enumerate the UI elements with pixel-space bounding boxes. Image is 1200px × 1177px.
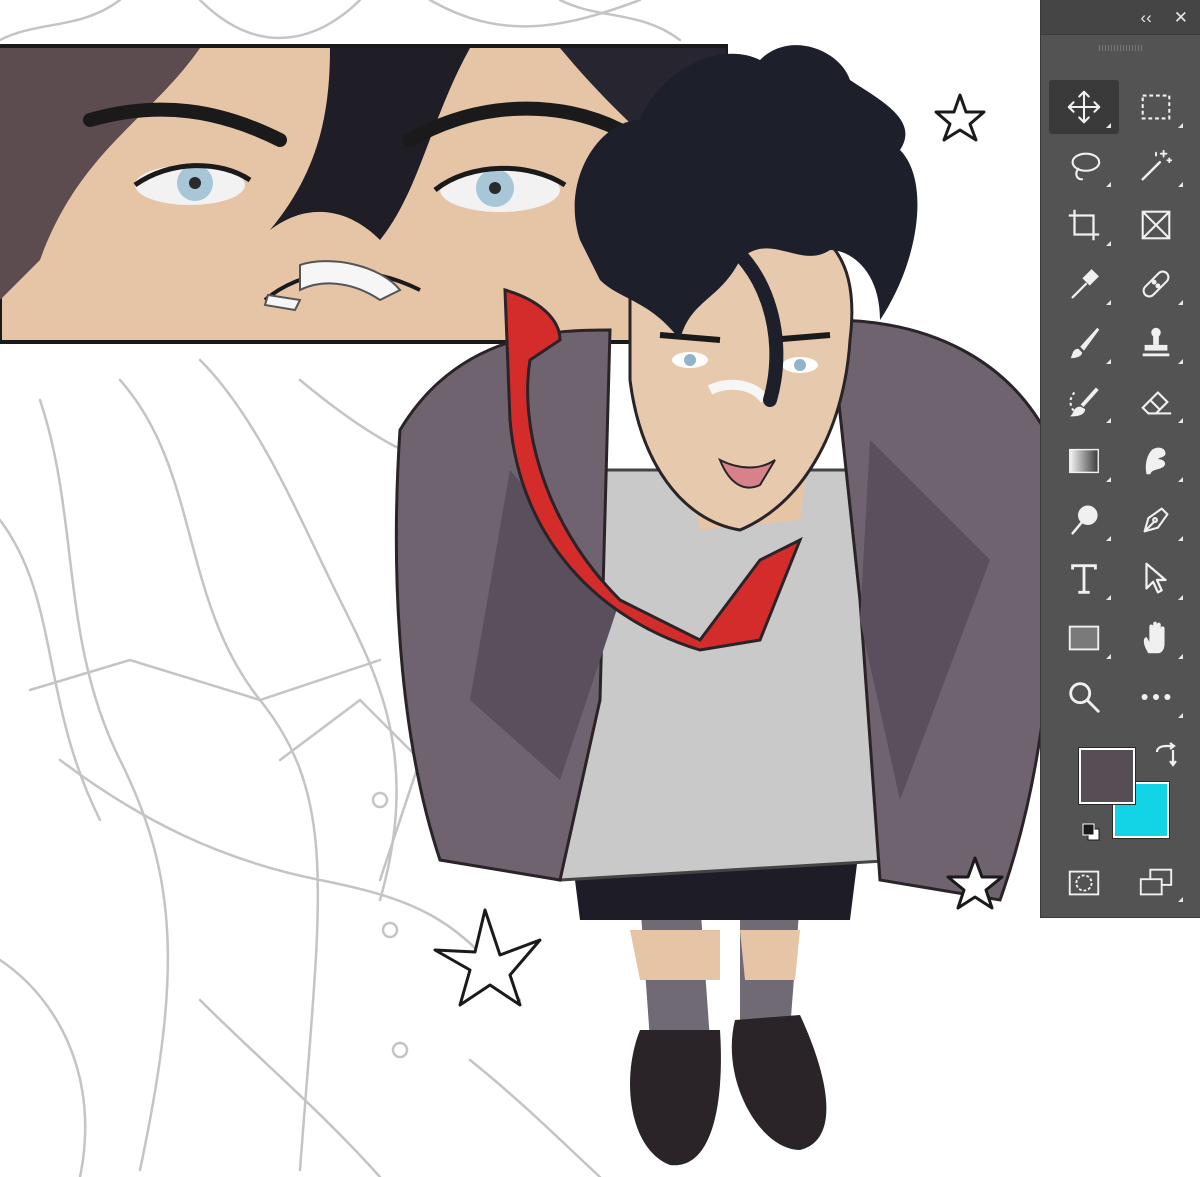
history-brush-tool[interactable] <box>1049 375 1119 429</box>
swap-colors-icon[interactable] <box>1153 742 1179 768</box>
move-icon <box>1067 90 1101 124</box>
zoom-icon <box>1069 682 1100 713</box>
lasso-tool[interactable] <box>1049 139 1119 193</box>
screen-mode-button[interactable] <box>1121 858 1191 908</box>
default-colors-icon[interactable] <box>1081 822 1101 842</box>
tool-grid <box>1049 80 1193 729</box>
healing-brush-tool[interactable] <box>1121 257 1191 311</box>
pen-icon <box>1143 507 1169 533</box>
rect-marquee-icon <box>1141 94 1171 120</box>
type-icon <box>1071 564 1097 594</box>
panel-grip-handle[interactable] <box>1099 45 1143 51</box>
eyedropper-tool[interactable] <box>1049 257 1119 311</box>
close-panel-button[interactable]: ✕ <box>1174 9 1188 26</box>
ellipsis-icon <box>1141 693 1171 701</box>
stamp-tool[interactable] <box>1121 316 1191 370</box>
tools-panel: ‹‹ ✕ <box>1040 0 1200 918</box>
color-swatches <box>1075 742 1177 842</box>
eraser-tool[interactable] <box>1121 375 1191 429</box>
pen-tool[interactable] <box>1121 493 1191 547</box>
smudge-tool[interactable] <box>1121 434 1191 488</box>
artwork-canvas <box>0 0 1055 1177</box>
eraser-icon <box>1141 391 1172 415</box>
magic-wand-icon <box>1141 149 1173 181</box>
zoom-tool[interactable] <box>1049 670 1119 724</box>
lasso-icon <box>1071 152 1101 181</box>
bandage-icon <box>1142 270 1170 298</box>
crop-tool[interactable] <box>1049 198 1119 252</box>
history-brush-icon <box>1069 387 1099 417</box>
brush-icon <box>1070 327 1100 359</box>
gradient-tool[interactable] <box>1049 434 1119 488</box>
path-selection-tool[interactable] <box>1121 552 1191 606</box>
bottom-tools <box>1049 858 1193 908</box>
frame-icon <box>1141 210 1171 240</box>
frame-tool[interactable] <box>1121 198 1191 252</box>
foreground-color-swatch[interactable] <box>1078 747 1136 805</box>
stamp-icon <box>1142 327 1170 357</box>
eyedropper-icon <box>1071 269 1099 299</box>
screen-mode-icon <box>1139 868 1173 896</box>
crop-icon <box>1068 209 1100 241</box>
rectangle-icon <box>1068 625 1100 651</box>
magic-wand-tool[interactable] <box>1121 139 1191 193</box>
panel-header: ‹‹ ✕ <box>1041 0 1200 35</box>
quick-mask-icon <box>1068 870 1100 896</box>
dodge-icon <box>1071 505 1098 535</box>
dodge-tool[interactable] <box>1049 493 1119 547</box>
collapse-panel-button[interactable]: ‹‹ <box>1140 9 1151 26</box>
hand-icon <box>1143 621 1165 654</box>
move-tool[interactable] <box>1049 80 1119 134</box>
brush-tool[interactable] <box>1049 316 1119 370</box>
gradient-icon <box>1069 448 1099 474</box>
arrow-cursor-icon <box>1145 562 1167 594</box>
type-tool[interactable] <box>1049 552 1119 606</box>
hand-tool[interactable] <box>1121 611 1191 665</box>
smudge-icon <box>1145 447 1166 475</box>
more-tools[interactable] <box>1121 670 1191 724</box>
quick-mask-button[interactable] <box>1049 858 1119 908</box>
rectangle-tool[interactable] <box>1049 611 1119 665</box>
marquee-tool[interactable] <box>1121 80 1191 134</box>
